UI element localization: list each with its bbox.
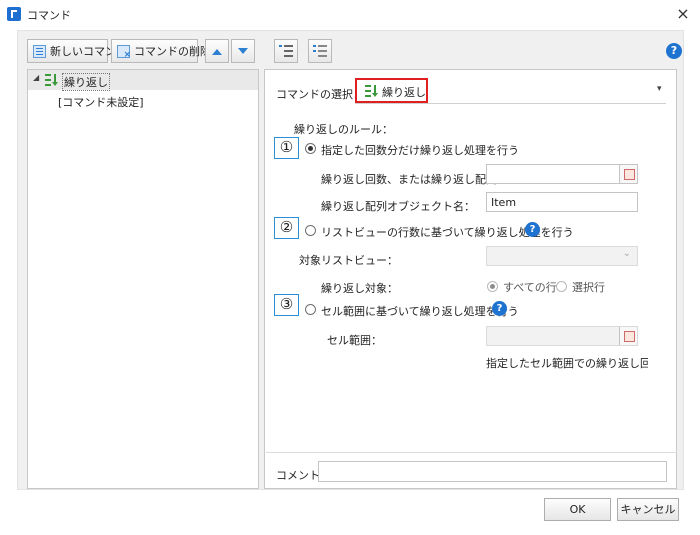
- radio-all-rows[interactable]: [487, 281, 498, 292]
- repeat-icon: [45, 74, 58, 86]
- app-icon: [7, 7, 21, 21]
- help-icon[interactable]: ?: [525, 222, 540, 237]
- comment-label: コメント: [276, 469, 320, 482]
- radio-count-option[interactable]: [305, 143, 316, 154]
- cell-range-note: 指定したセル範囲での繰り返し回数は: [486, 357, 648, 370]
- chevron-down-icon: ⌄: [622, 248, 631, 259]
- tree-item-unset[interactable]: [コマンド未設定]: [58, 94, 144, 110]
- tree-item-label: 繰り返し: [62, 73, 110, 91]
- arrow-up-icon: [212, 48, 222, 55]
- move-down-button[interactable]: [231, 39, 255, 63]
- delete-command-label: コマンドの削除: [134, 45, 211, 58]
- repeat-count-input[interactable]: [486, 164, 638, 184]
- delete-command-icon: ×: [117, 44, 131, 60]
- new-command-button[interactable]: 新しいコマンド: [27, 39, 127, 63]
- array-object-input[interactable]: Item: [486, 192, 638, 212]
- command-settings-panel: コマンドの選択： 繰り返し ▾ 繰り返しのルール： ① 指定した回数分だけ繰り返…: [264, 69, 677, 489]
- target-listview-label: 対象リストビュー：: [299, 254, 398, 267]
- marker-1: ①: [274, 137, 299, 159]
- outdent-button[interactable]: [308, 39, 332, 63]
- picker-icon[interactable]: [619, 327, 637, 345]
- help-icon[interactable]: ?: [666, 43, 682, 59]
- chevron-down-icon: ▾: [657, 84, 662, 94]
- count-option-label[interactable]: 指定した回数分だけ繰り返し処理を行う: [321, 142, 519, 158]
- picker-icon[interactable]: [619, 165, 637, 183]
- window-title: コマンド: [27, 9, 71, 22]
- cell-range-label: セル範囲：: [327, 334, 382, 347]
- arrow-down-icon: [238, 47, 248, 54]
- cell-range-option-label[interactable]: セル範囲に基づいて繰り返し処理を行う: [321, 303, 519, 319]
- cell-range-input[interactable]: [486, 326, 638, 346]
- command-select-dropdown[interactable]: 繰り返し ▾: [355, 78, 666, 104]
- comment-divider: [266, 452, 677, 453]
- delete-command-button[interactable]: × コマンドの削除: [111, 39, 211, 63]
- target-listview-dropdown[interactable]: ⌄: [486, 246, 638, 266]
- expand-icon[interactable]: ◢: [33, 73, 39, 82]
- command-select-label: コマンドの選択：: [276, 88, 364, 101]
- command-tree[interactable]: ◢ 繰り返し [コマンド未設定]: [27, 69, 259, 489]
- repeat-rule-label: 繰り返しのルール：: [294, 123, 393, 136]
- close-button[interactable]: ×: [672, 4, 694, 26]
- title-bar: コマンド ×: [0, 0, 700, 30]
- comment-input[interactable]: [318, 461, 667, 482]
- cancel-button[interactable]: キャンセル: [617, 498, 679, 521]
- all-rows-label[interactable]: すべての行: [503, 279, 557, 295]
- array-object-label: 繰り返し配列オブジェクト名：: [321, 200, 475, 213]
- outdent-icon: [313, 45, 327, 57]
- indent-icon: [279, 45, 293, 57]
- radio-cell-range-option[interactable]: [305, 304, 316, 315]
- marker-2: ②: [274, 217, 299, 239]
- move-up-button[interactable]: [205, 39, 229, 63]
- indent-button[interactable]: [274, 39, 298, 63]
- help-icon[interactable]: ?: [492, 301, 507, 316]
- repeat-target-label: 繰り返し対象：: [321, 282, 398, 295]
- radio-listview-option[interactable]: [305, 225, 316, 236]
- ok-button[interactable]: OK: [544, 498, 611, 521]
- command-select-value: 繰り返し: [382, 86, 426, 99]
- repeat-count-label: 繰り返し回数、または繰り返し配列：: [321, 173, 508, 186]
- marker-3: ③: [274, 294, 299, 316]
- new-command-icon: [33, 44, 46, 58]
- tree-item-repeat[interactable]: ◢ 繰り返し: [28, 70, 258, 91]
- radio-selected-rows[interactable]: [556, 281, 567, 292]
- selected-rows-label[interactable]: 選択行: [572, 279, 605, 295]
- repeat-icon: [365, 85, 378, 97]
